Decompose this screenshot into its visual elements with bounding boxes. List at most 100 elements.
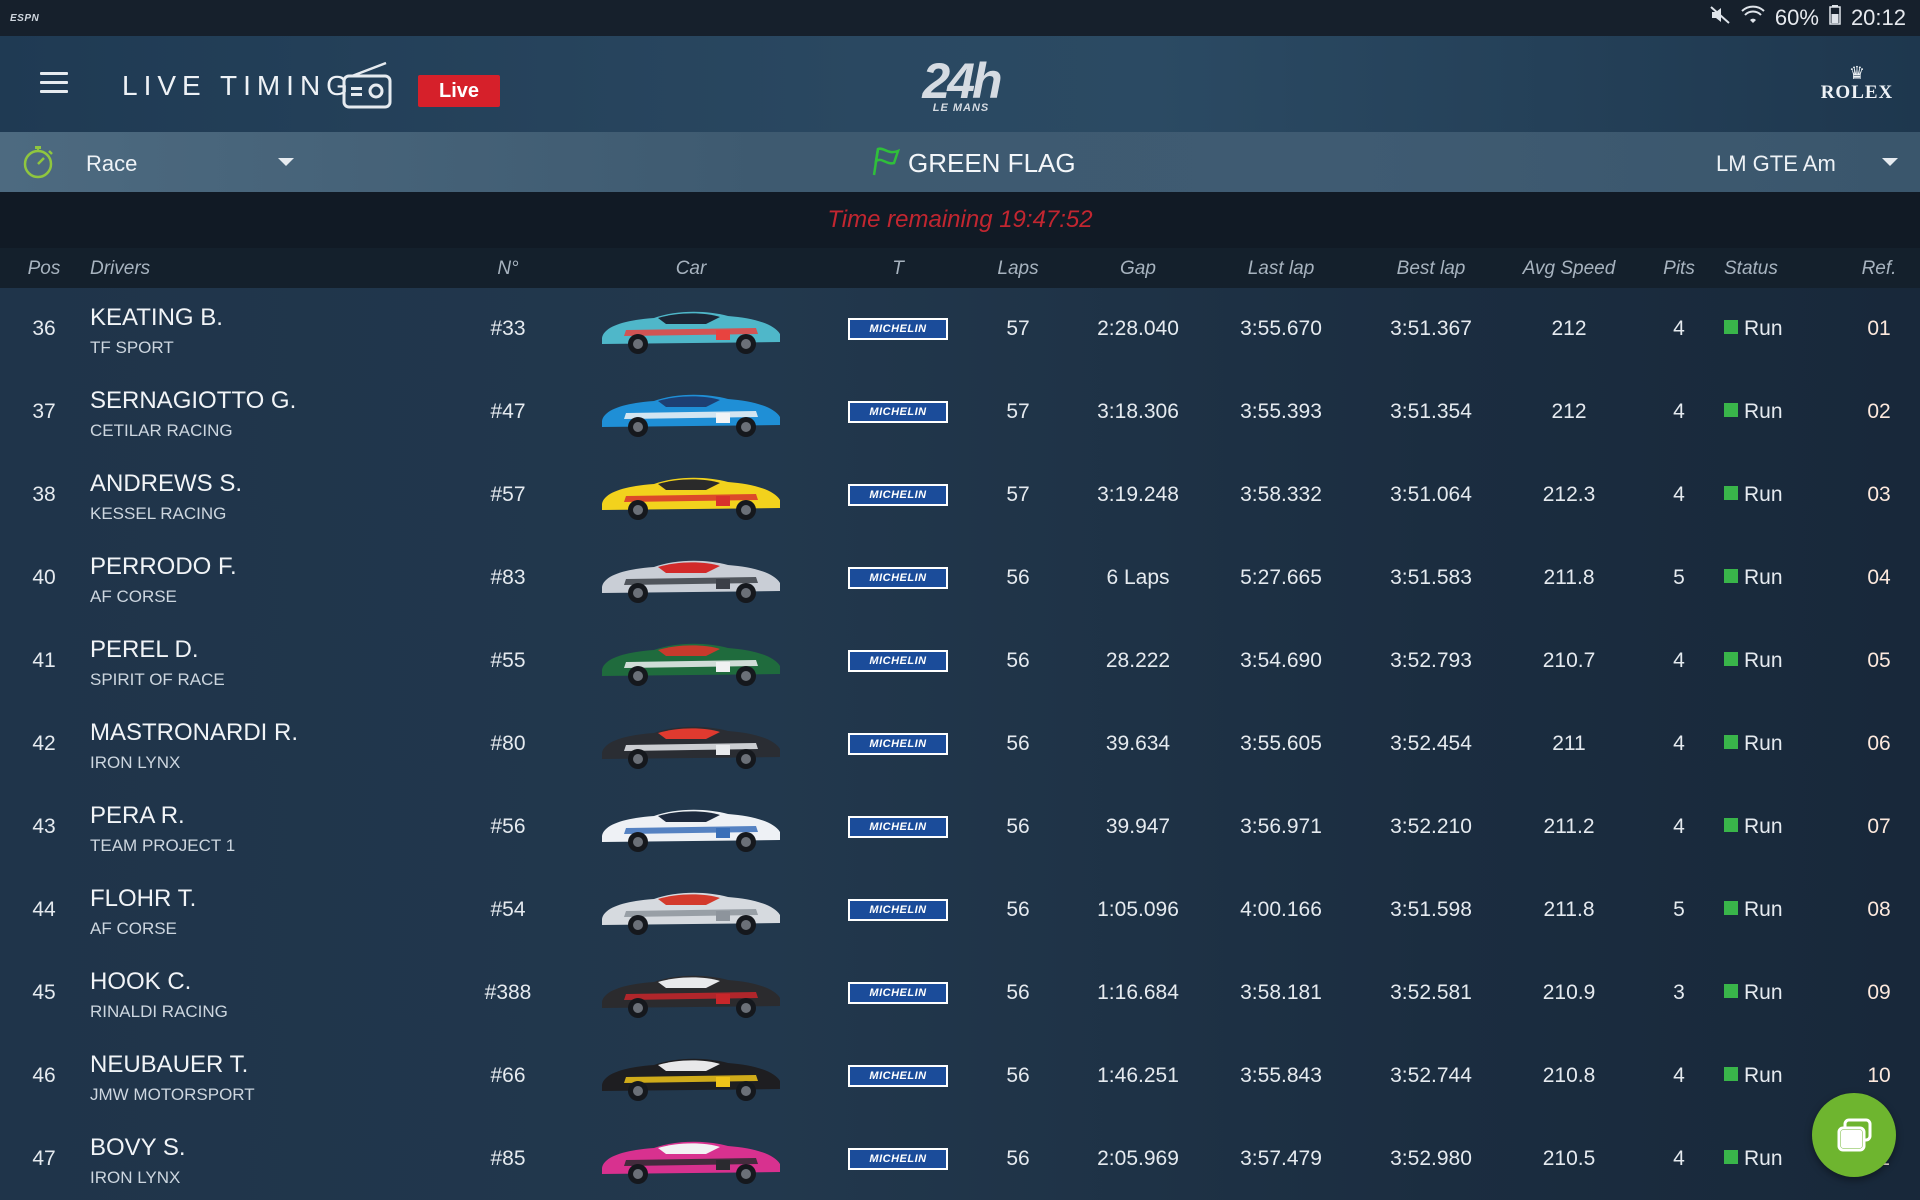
gap: 2:05.969: [1097, 1147, 1179, 1170]
pits: 4: [1673, 1064, 1685, 1087]
car-livery-image: [596, 966, 786, 1020]
laps: 57: [1006, 483, 1030, 506]
chevron-down-icon: [278, 158, 294, 166]
app-header: LIVE TIMING Live 24h LE MANS ♛ ROLEX: [0, 36, 1920, 132]
laps: 56: [1006, 1064, 1030, 1087]
status-text: Run: [1744, 317, 1783, 340]
car-livery-image: [596, 385, 786, 439]
best-lap: 3:51.598: [1390, 898, 1472, 921]
avg-speed: 212.3: [1542, 483, 1596, 506]
class-dropdown[interactable]: LM GTE Am: [1716, 142, 1898, 182]
laps: 56: [1006, 732, 1030, 755]
gap: 28.222: [1105, 649, 1171, 672]
mute-icon: [1709, 5, 1731, 31]
avg-speed: 210.9: [1542, 981, 1596, 1004]
clock: 20:12: [1850, 5, 1906, 30]
status-cell: Run: [1724, 898, 1834, 922]
car-number: #388: [484, 981, 532, 1004]
position: 44: [32, 898, 56, 921]
flag-icon: [870, 145, 902, 182]
col-car: Car: [675, 258, 707, 279]
menu-icon[interactable]: [40, 72, 68, 94]
wifi-icon: [1741, 5, 1765, 31]
team-name: TEAM PROJECT 1: [90, 836, 236, 855]
tyre-brand: MICHELIN: [848, 1144, 948, 1170]
status-indicator-icon: [1724, 1150, 1738, 1164]
table-row[interactable]: 47#85562:05.9693:57.4793:52.980210.5411B…: [0, 1118, 1920, 1200]
col-avg-speed: Avg Speed: [1522, 258, 1616, 279]
col-best-lap: Best lap: [1396, 258, 1466, 279]
table-row[interactable]: 45 #388 56 1:16.684 3:58.181 3:52.581 210.9 3 09…: [0, 952, 1920, 1035]
table-row[interactable]: 37 #47 57 3:18.306 3:55.393 3:51.354 212 4 02 SER…: [0, 371, 1920, 454]
avg-speed: 211.8: [1543, 566, 1595, 589]
status-indicator-icon: [1724, 901, 1738, 915]
gap: 39.634: [1105, 732, 1171, 755]
status-cell: Run: [1724, 400, 1834, 424]
position: 37: [32, 400, 56, 423]
car-livery-image: [596, 800, 786, 854]
table-row[interactable]: 40 #83 56 6 Laps 5:27.665 3:51.583 211.8 5 04 PER…: [0, 537, 1920, 620]
last-lap: 3:56.971: [1240, 815, 1322, 838]
team-name: KESSEL RACING: [90, 504, 227, 523]
car-livery-image: [596, 883, 786, 937]
driver-cell: MASTRONARDI R. IRON LYNX: [90, 719, 410, 773]
team-name: JMW MOTORSPORT: [90, 1085, 255, 1104]
table-row[interactable]: 38 #57 57 3:19.248 3:58.332 3:51.064 212.3 4 03 A…: [0, 454, 1920, 537]
last-lap: 3:55.393: [1240, 400, 1322, 423]
class-value: LM GTE Am: [1716, 151, 1836, 176]
michelin-logo: MICHELIN: [848, 650, 948, 672]
status-text: Run: [1744, 1147, 1783, 1170]
driver-cell: SERNAGIOTTO G. CETILAR RACING: [90, 387, 410, 441]
status-text: Run: [1744, 400, 1783, 423]
radio-icon[interactable]: [342, 60, 392, 110]
live-badge[interactable]: Live: [418, 75, 500, 107]
driver-name: PEREL D.: [90, 636, 199, 663]
table-row[interactable]: 44 #54 56 1:05.096 4:00.166 3:51.598 211.8 5 08 F…: [0, 869, 1920, 952]
col-pos: Pos: [27, 258, 61, 279]
laps: 56: [1006, 981, 1030, 1004]
driver-name: PERA R.: [90, 802, 185, 829]
status-text: Run: [1744, 981, 1783, 1004]
driver-name: KEATING B.: [90, 304, 223, 331]
table-row[interactable]: 46 #66 56 1:46.251 3:55.843 3:52.744 210.8 4 10 N…: [0, 1035, 1920, 1118]
pits: 4: [1673, 815, 1685, 838]
table-row[interactable]: 43 #56 56 39.947 3:56.971 3:52.210 211.2 4 07 PER…: [0, 786, 1920, 869]
michelin-logo: MICHELIN: [848, 1148, 948, 1170]
michelin-logo: MICHELIN: [848, 318, 948, 340]
status-cell: Run: [1724, 566, 1834, 590]
position: 45: [32, 981, 56, 1004]
status-cell: Run: [1724, 981, 1834, 1005]
best-lap: 3:52.744: [1390, 1064, 1472, 1087]
chat-window-button[interactable]: [1812, 1093, 1896, 1177]
team-name: AF CORSE: [90, 919, 177, 938]
table-row[interactable]: 41 #55 56 28.222 3:54.690 3:52.793 210.7 4 05 PER…: [0, 620, 1920, 703]
driver-name: PERRODO F.: [90, 553, 237, 580]
table-row[interactable]: 36 #33 57 2:28.040 3:55.670 3:51.367 212 4 01 KEA…: [0, 288, 1920, 371]
driver-cell: KEATING B. TF SPORT: [90, 304, 410, 358]
session-dropdown[interactable]: Race: [86, 142, 296, 182]
best-lap: 3:51.354: [1390, 400, 1472, 423]
pits: 4: [1673, 400, 1685, 423]
tyre-brand: MICHELIN: [848, 397, 948, 423]
laps: 57: [1006, 317, 1030, 340]
timing-table: 36 #33 57 2:28.040 3:55.670 3:51.367 212 4 01 KEA…: [0, 288, 1920, 1200]
car-number: #83: [490, 566, 526, 589]
michelin-logo: MICHELIN: [848, 1065, 948, 1087]
status-text: Run: [1744, 732, 1783, 755]
status-cell: Run: [1724, 483, 1834, 507]
gap: 3:19.248: [1097, 483, 1179, 506]
status-cell: Run: [1724, 317, 1834, 341]
car-number: #54: [490, 898, 526, 921]
table-row[interactable]: 42 #80 56 39.634 3:55.605 3:52.454 211 4 06 MASTR…: [0, 703, 1920, 786]
gap: 39.947: [1105, 815, 1171, 838]
last-lap: 5:27.665: [1240, 566, 1322, 589]
gap: 1:16.684: [1097, 981, 1179, 1004]
last-lap: 3:58.332: [1240, 483, 1322, 506]
car-livery-image: [596, 1049, 786, 1103]
team-name: TF SPORT: [90, 338, 174, 357]
laps: 56: [1006, 898, 1030, 921]
driver-cell: BOVY S. IRON LYNX: [90, 1134, 410, 1188]
logo-main-text: 24h: [922, 53, 1002, 109]
status-text: Run: [1744, 815, 1783, 838]
best-lap: 3:51.367: [1390, 317, 1472, 340]
